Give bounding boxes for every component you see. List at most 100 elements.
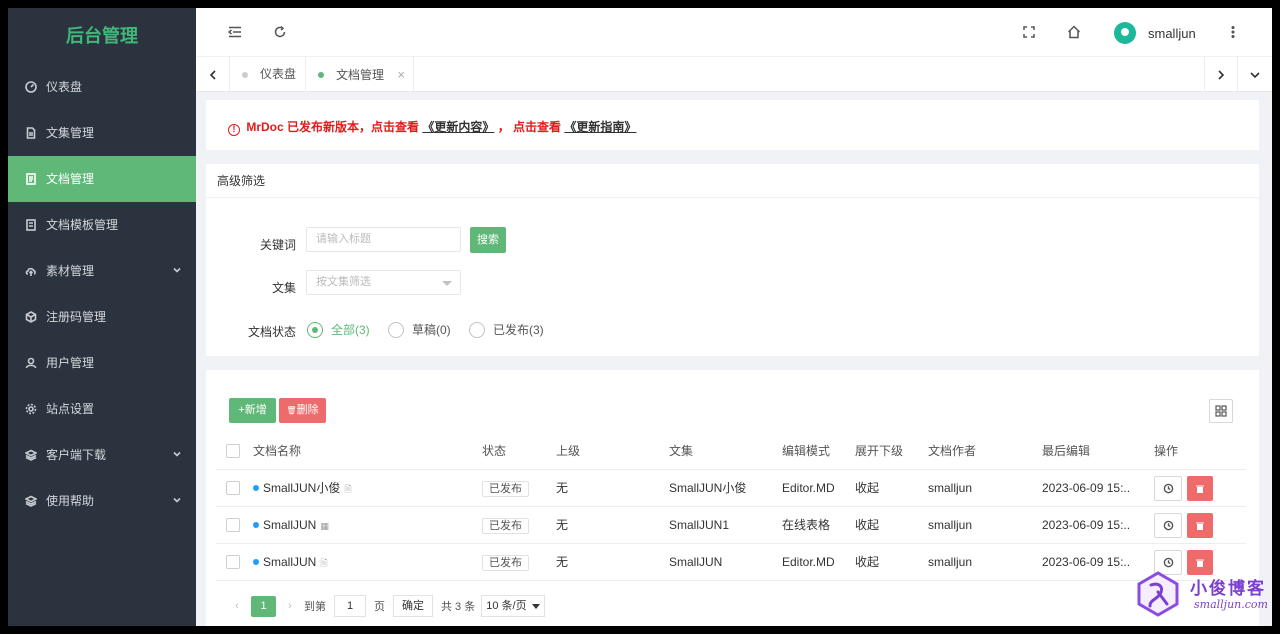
delete-button-label: 删除 xyxy=(296,404,319,416)
clock-icon xyxy=(1163,483,1173,494)
status-radio-draft[interactable]: 草稿(0) xyxy=(388,321,451,338)
tabs-scroll-left-button[interactable] xyxy=(196,57,230,92)
box-icon xyxy=(24,310,38,324)
status-badge: 已发布 xyxy=(482,555,529,571)
add-document-button[interactable]: +新增 xyxy=(229,398,276,423)
template-icon xyxy=(24,218,38,232)
top-header: smalljun xyxy=(196,8,1272,57)
status-cell: 已发布 xyxy=(482,544,529,581)
column-header: 文档作者 xyxy=(928,444,977,458)
tab-status-dot xyxy=(318,72,324,78)
chevron-down-icon xyxy=(1250,71,1260,78)
tabs-bar: 仪表盘 文档管理 × xyxy=(196,57,1272,92)
tab-dashboard[interactable]: 仪表盘 xyxy=(230,57,306,92)
radio-circle xyxy=(469,321,485,338)
parent-cell: 无 xyxy=(556,518,569,532)
sidebar-item-label: 使用帮助 xyxy=(46,494,95,508)
goto-confirm-button[interactable]: 确定 xyxy=(393,595,433,617)
select-all-checkbox[interactable] xyxy=(226,444,240,458)
trash-icon xyxy=(1196,522,1204,530)
collection-select[interactable]: 按文集筛选 xyxy=(306,270,461,295)
caret-down-icon xyxy=(531,603,540,609)
notice-text: ， 点击查看 xyxy=(497,120,562,134)
collection-cell: SmallJUN1 xyxy=(669,518,730,532)
document-type-icon: 🗎 xyxy=(344,484,352,494)
sidebar-item-client-download[interactable]: 客户端下载 xyxy=(8,432,196,478)
tabs-dropdown-button[interactable] xyxy=(1238,57,1272,92)
goto-label: 到第 xyxy=(304,601,326,613)
sidebar-item-collections[interactable]: 文集管理 xyxy=(8,110,196,156)
sidebar-item-label: 文集管理 xyxy=(46,126,95,140)
sidebar-item-templates[interactable]: 文档模板管理 xyxy=(8,202,196,248)
keyword-label: 关键词 xyxy=(259,238,296,252)
menu-fold-icon[interactable] xyxy=(227,24,243,40)
watermark-logo-icon xyxy=(1137,571,1179,617)
sidebar-item-label: 注册码管理 xyxy=(46,310,107,324)
column-header: 文档名称 xyxy=(253,444,302,458)
trash-icon xyxy=(1196,485,1204,493)
status-radio-published[interactable]: 已发布(3) xyxy=(469,321,544,338)
delete-documents-button[interactable]: 🗑删除 xyxy=(279,398,326,423)
more-vertical-icon[interactable] xyxy=(1225,24,1241,40)
sidebar-item-label: 仪表盘 xyxy=(46,80,83,94)
edit-mode-cell: Editor.MD xyxy=(782,555,835,569)
watermark-title: 小俊博客 xyxy=(1190,579,1266,599)
author-cell: smalljun xyxy=(928,481,973,495)
row-checkbox[interactable] xyxy=(226,481,240,495)
column-header: 编辑模式 xyxy=(782,444,831,458)
edit-mode-cell: Editor.MD xyxy=(782,481,835,495)
parent-cell: 无 xyxy=(556,555,569,569)
status-radio-all[interactable]: 全部(3) xyxy=(307,321,370,338)
history-button[interactable] xyxy=(1154,513,1182,538)
sidebar-item-site-settings[interactable]: 站点设置 xyxy=(8,386,196,432)
collection-cell: SmallJUN xyxy=(669,555,723,569)
sidebar-item-help[interactable]: 使用帮助 xyxy=(8,478,196,524)
row-checkbox[interactable] xyxy=(226,555,240,569)
document-name-cell[interactable]: SmallJUN小俊 🗎 xyxy=(253,470,352,507)
keyword-input[interactable]: 请输入标题 xyxy=(306,227,461,252)
document-name-cell[interactable]: SmallJUN ▦ xyxy=(253,507,329,544)
row-checkbox[interactable] xyxy=(226,518,240,532)
fullscreen-icon[interactable] xyxy=(1021,24,1037,40)
column-settings-button[interactable] xyxy=(1209,399,1233,423)
tab-documents[interactable]: 文档管理 × xyxy=(306,57,414,92)
sidebar-item-assets[interactable]: 素材管理 xyxy=(8,248,196,294)
edit-mode-cell: 在线表格 xyxy=(782,518,831,532)
column-header: 状态 xyxy=(482,444,507,458)
document-name-cell[interactable]: SmallJUN 🗎 xyxy=(253,544,328,581)
notice-text: MrDoc 已发布新版本，点击查看 xyxy=(246,120,420,134)
update-content-link[interactable]: 《更新内容》 xyxy=(422,120,494,134)
sidebar-item-dashboard[interactable]: 仪表盘 xyxy=(8,64,196,110)
goto-page-input[interactable]: 1 xyxy=(334,595,366,617)
user-menu[interactable]: smalljun xyxy=(1114,21,1196,45)
delete-row-button[interactable] xyxy=(1187,476,1213,501)
filter-title: 高级筛选 xyxy=(206,164,1259,198)
home-icon[interactable] xyxy=(1066,24,1082,40)
delete-row-button[interactable] xyxy=(1187,513,1213,538)
column-header: 上级 xyxy=(556,444,581,458)
update-guide-link[interactable]: 《更新指南》 xyxy=(564,120,636,134)
cloud-upload-icon xyxy=(24,264,38,278)
doc-dot xyxy=(253,559,259,565)
sidebar-item-documents[interactable]: 文档管理 xyxy=(8,156,196,202)
next-page-button[interactable]: › xyxy=(282,600,298,612)
page-size-select[interactable]: 10 条/页 xyxy=(481,595,545,617)
chevron-down-icon xyxy=(172,432,182,478)
watermark: 小俊博客 smalljun.com xyxy=(1134,566,1274,624)
update-notice: ! MrDoc 已发布新版本，点击查看 《更新内容》 ， 点击查看 《更新指南》 xyxy=(206,100,1259,150)
alert-icon: ! xyxy=(228,124,240,136)
sidebar-item-register-codes[interactable]: 注册码管理 xyxy=(8,294,196,340)
column-header: 文集 xyxy=(669,444,694,458)
prev-page-button[interactable]: ‹ xyxy=(229,600,245,612)
sidebar-item-users[interactable]: 用户管理 xyxy=(8,340,196,386)
radio-circle xyxy=(307,321,323,338)
search-button[interactable]: 搜索 xyxy=(470,227,506,253)
gear-icon xyxy=(24,402,38,416)
chevron-down-icon xyxy=(172,248,182,294)
tabs-scroll-right-button[interactable] xyxy=(1204,57,1238,92)
history-button[interactable] xyxy=(1154,476,1182,501)
close-icon[interactable]: × xyxy=(397,67,405,82)
refresh-icon[interactable] xyxy=(272,24,288,40)
document-name: SmallJUN xyxy=(263,518,317,532)
page-1-button[interactable]: 1 xyxy=(251,595,276,617)
